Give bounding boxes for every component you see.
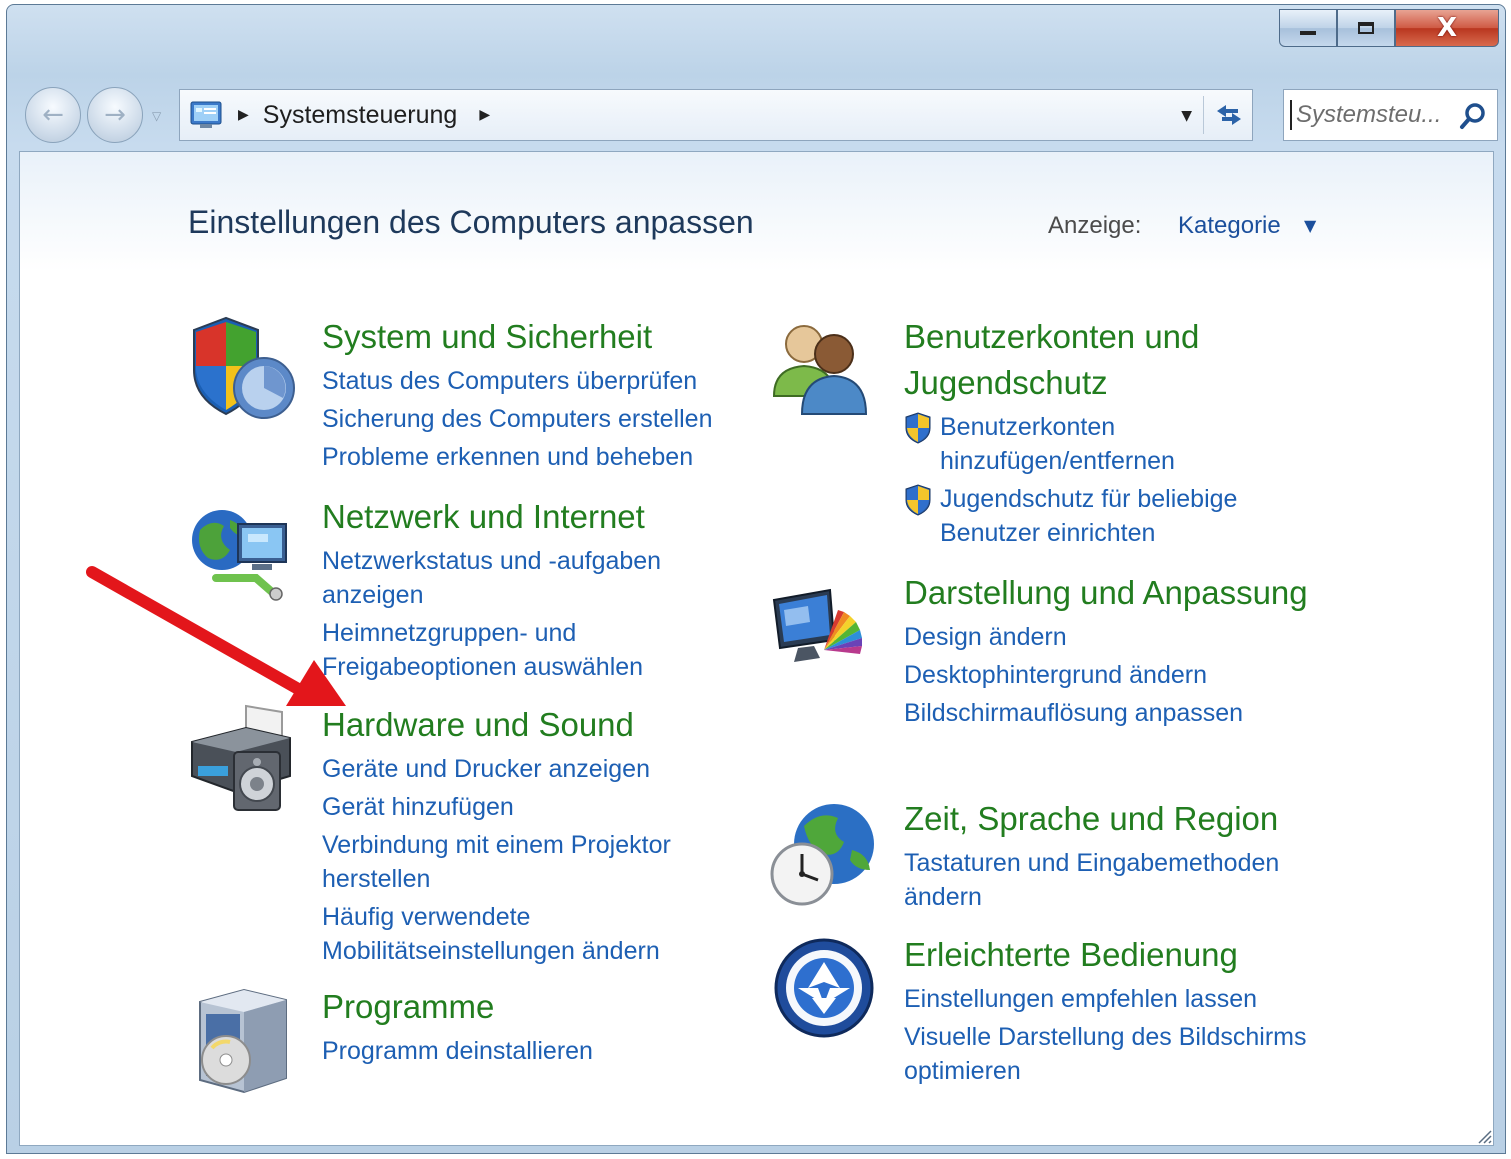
category-body: Programme Programm deinstallieren xyxy=(322,984,762,1068)
programs-box-icon xyxy=(186,984,298,1096)
maximize-icon xyxy=(1358,22,1374,34)
category-body: Netzwerk und Internet Netzwerkstatus und… xyxy=(322,494,762,684)
link-backup-computer[interactable]: Sicherung des Computers erstellen xyxy=(322,402,762,436)
control-panel-window: X ← → ▽ ▶ Systemsteuerung ▶ ▼ Systemsteu… xyxy=(6,4,1506,1154)
link-uninstall-program[interactable]: Programm deinstallieren xyxy=(322,1034,762,1068)
category-title-system-security[interactable]: System und Sicherheit xyxy=(322,314,762,360)
category-body: Erleichterte Bedienung Einstellungen emp… xyxy=(904,932,1344,1088)
link-parental-controls-label: Jugendschutz für beliebige Benutzer einr… xyxy=(940,485,1238,547)
search-box[interactable] xyxy=(1283,89,1498,141)
address-dropdown-icon[interactable]: ▼ xyxy=(1181,108,1192,124)
navigation-bar: ← → ▽ ▶ Systemsteuerung ▶ ▼ xyxy=(7,79,1505,149)
link-add-remove-accounts[interactable]: Benutzerkonten hinzufügen/entfernen xyxy=(904,410,1324,478)
chevron-down-icon[interactable]: ▼ xyxy=(1304,216,1316,235)
network-globe-icon xyxy=(186,494,298,606)
view-mode-dropdown[interactable]: Kategorie xyxy=(1178,212,1281,240)
clock-globe-icon xyxy=(768,796,880,908)
breadcrumb-separator-icon[interactable]: ▶ xyxy=(238,107,249,123)
link-change-wallpaper[interactable]: Desktophintergrund ändern xyxy=(904,658,1314,692)
category-body: Benutzerkonten und Jugendschutz Benutzer… xyxy=(904,314,1324,550)
link-mobility-settings[interactable]: Häufig verwendete Mobilitätseinstellunge… xyxy=(322,900,762,968)
uac-shield-icon xyxy=(905,412,931,444)
caption-buttons: X xyxy=(1279,9,1499,47)
forward-button[interactable]: → xyxy=(87,87,143,143)
link-check-computer-status[interactable]: Status des Computers überprüfen xyxy=(322,364,762,398)
maximize-button[interactable] xyxy=(1337,9,1395,47)
category-title-programs[interactable]: Programme xyxy=(322,984,762,1030)
link-keyboards-input[interactable]: Tastaturen und Eingabemethoden ändern xyxy=(904,846,1334,914)
monitor-palette-icon xyxy=(768,570,880,682)
category-title-network-internet[interactable]: Netzwerk und Internet xyxy=(322,494,762,540)
link-homegroup-sharing[interactable]: Heimnetzgruppen- und Freigabeoptionen au… xyxy=(322,616,762,684)
refresh-button[interactable] xyxy=(1206,90,1252,140)
link-change-theme[interactable]: Design ändern xyxy=(904,620,1314,654)
link-add-device[interactable]: Gerät hinzufügen xyxy=(322,790,762,824)
category-body: Hardware und Sound Geräte und Drucker an… xyxy=(322,702,762,968)
link-screen-resolution[interactable]: Bildschirmauflösung anpassen xyxy=(904,696,1314,730)
link-connect-projector[interactable]: Verbindung mit einem Projektor herstelle… xyxy=(322,828,762,896)
close-icon: X xyxy=(1436,13,1458,43)
link-devices-printers[interactable]: Geräte und Drucker anzeigen xyxy=(322,752,762,786)
page-title: Einstellungen des Computers anpassen xyxy=(188,204,754,240)
address-divider xyxy=(1203,96,1204,134)
back-button[interactable]: ← xyxy=(25,87,81,143)
recent-pages-dropdown[interactable]: ▽ xyxy=(152,109,161,123)
breadcrumb-systemsteuerung[interactable]: Systemsteuerung xyxy=(263,101,458,130)
category-body: Darstellung und Anpassung Design ändern … xyxy=(904,570,1314,730)
link-network-status[interactable]: Netzwerkstatus und -aufgaben anzeigen xyxy=(322,544,762,612)
refresh-icon xyxy=(1217,105,1241,125)
view-label: Anzeige: xyxy=(1048,212,1142,239)
category-body: Zeit, Sprache und Region Tastaturen und … xyxy=(904,796,1334,914)
back-arrow-icon: ← xyxy=(42,100,64,130)
close-button[interactable]: X xyxy=(1395,9,1499,47)
category-title-user-accounts[interactable]: Benutzerkonten und Jugendschutz xyxy=(904,314,1324,406)
shield-icon xyxy=(186,314,298,426)
breadcrumb-separator-icon[interactable]: ▶ xyxy=(479,107,490,123)
category-title-clock-language-region[interactable]: Zeit, Sprache und Region xyxy=(904,796,1334,842)
link-optimize-visual-display[interactable]: Visuelle Darstellung des Bildschirms opt… xyxy=(904,1020,1344,1088)
users-icon xyxy=(768,314,880,426)
category-body: System und Sicherheit Status des Compute… xyxy=(322,314,762,474)
forward-arrow-icon: → xyxy=(104,100,126,130)
link-parental-controls[interactable]: Jugendschutz für beliebige Benutzer einr… xyxy=(904,482,1324,550)
minimize-icon xyxy=(1300,31,1316,35)
control-panel-icon xyxy=(190,101,222,129)
resize-grip-icon[interactable] xyxy=(1477,1129,1493,1145)
category-title-ease-of-access[interactable]: Erleichterte Bedienung xyxy=(904,932,1344,978)
link-recommend-settings[interactable]: Einstellungen empfehlen lassen xyxy=(904,982,1344,1016)
category-title-appearance[interactable]: Darstellung und Anpassung xyxy=(904,570,1314,616)
main-content: Einstellungen des Computers anpassen Anz… xyxy=(19,151,1494,1146)
minimize-button[interactable] xyxy=(1279,9,1337,47)
search-input[interactable] xyxy=(1290,100,1463,130)
link-add-remove-accounts-label: Benutzerkonten hinzufügen/entfernen xyxy=(940,413,1175,475)
category-title-hardware-sound[interactable]: Hardware und Sound xyxy=(322,702,762,748)
address-bar[interactable]: ▶ Systemsteuerung ▶ ▼ xyxy=(179,89,1253,141)
printer-speaker-icon xyxy=(186,702,298,814)
link-troubleshoot[interactable]: Probleme erkennen und beheben xyxy=(322,440,762,474)
uac-shield-icon xyxy=(905,484,931,516)
search-icon[interactable] xyxy=(1459,102,1487,134)
accessibility-icon xyxy=(768,932,880,1044)
